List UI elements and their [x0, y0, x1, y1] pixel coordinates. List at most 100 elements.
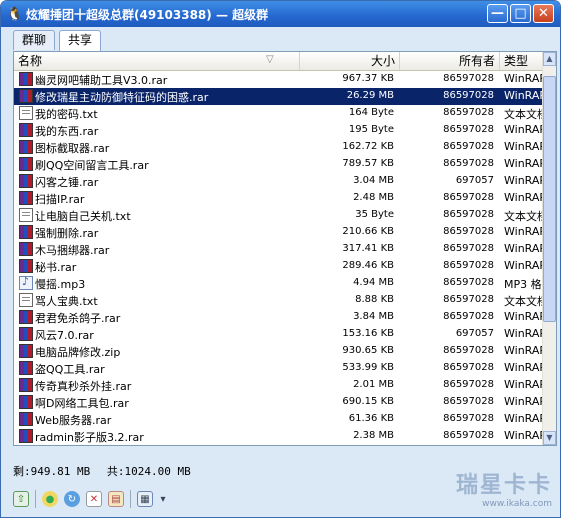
window-title: 炫耀捶团十超级总群(49103388) — 超级群 — [26, 8, 269, 22]
file-type: WinRAR — [504, 123, 544, 136]
maximize-button[interactable]: □ — [510, 4, 531, 23]
file-owner: 86597028 — [443, 141, 494, 152]
file-row[interactable]: 啊D网络工具包.rar 690.15 KB 86597028 WinRAR — [14, 394, 544, 411]
file-row[interactable]: 盗QQ工具.rar 533.99 KB 86597028 WinRAR — [14, 360, 544, 377]
list-header: 名称 ▽ 大小 所有者 类型 — [14, 52, 544, 71]
file-owner: 86597028 — [443, 158, 494, 169]
file-type: WinRAR — [504, 361, 544, 374]
file-type: 文本文档 — [504, 108, 544, 121]
file-row[interactable]: 修改瑞星主动防御特征码的困惑.rar 26.29 MB 86597028 WinRAR — [14, 88, 544, 105]
tab-share[interactable]: 共享 — [59, 30, 102, 51]
column-header-type[interactable]: 类型 — [500, 52, 544, 70]
properties-icon[interactable]: ▤ — [108, 491, 124, 507]
file-type: WinRAR — [504, 174, 544, 187]
file-owner: 697057 — [455, 175, 494, 186]
shared-file-list: 名称 ▽ 大小 所有者 类型 幽灵网吧辅助工具V3.0.rar 967.37 KB… — [13, 51, 557, 446]
refresh-icon[interactable]: ↻ — [64, 491, 80, 507]
file-row[interactable]: 闪客之锤.rar 3.04 MB 697057 WinRAR — [14, 173, 544, 190]
file-owner: 86597028 — [443, 226, 494, 237]
file-row[interactable]: 传奇真秒杀外挂.rar 2.01 MB 86597028 WinRAR — [14, 377, 544, 394]
file-type: WinRAR — [504, 140, 544, 153]
file-rows: 幽灵网吧辅助工具V3.0.rar 967.37 KB 86597028 WinRAR 修… — [14, 71, 544, 445]
file-row[interactable]: radmin影子版3.2.rar 2.38 MB 86597028 WinRAR — [14, 428, 544, 445]
file-type: WinRAR — [504, 429, 544, 442]
remaining-space: 剩:949.81 MB — [13, 465, 91, 478]
vertical-scrollbar[interactable]: ▲ ▼ — [542, 52, 556, 445]
file-row[interactable]: 君君免杀鸽子.rar 3.84 MB 86597028 WinRAR — [14, 309, 544, 326]
file-row[interactable]: 电脑品牌修改.zip 930.65 KB 86597028 WinRAR — [14, 343, 544, 360]
qq-penguin-icon: 🐧 — [6, 6, 24, 22]
file-type: WinRAR — [504, 225, 544, 238]
file-owner: 86597028 — [443, 277, 494, 288]
file-type: WinRAR — [504, 259, 544, 272]
file-owner: 86597028 — [443, 413, 494, 424]
file-owner: 86597028 — [443, 396, 494, 407]
column-header-owner[interactable]: 所有者 — [400, 52, 500, 70]
file-type: 文本文档 — [504, 295, 544, 308]
upload-icon[interactable]: ⇧ — [13, 491, 29, 507]
file-owner: 86597028 — [443, 107, 494, 118]
file-owner: 86597028 — [443, 362, 494, 373]
file-type: WinRAR — [504, 395, 544, 408]
file-row[interactable]: 骂人宝典.txt 8.88 KB 86597028 文本文档 — [14, 292, 544, 309]
file-row[interactable]: 刷QQ空间留言工具.rar 789.57 KB 86597028 WinRAR — [14, 156, 544, 173]
file-owner: 86597028 — [443, 192, 494, 203]
file-row[interactable]: 扫描IP.rar 2.48 MB 86597028 WinRAR — [14, 190, 544, 207]
tab-bar: 群聊 共享 — [13, 30, 102, 51]
file-row[interactable]: 图标截取器.rar 162.72 KB 86597028 WinRAR — [14, 139, 544, 156]
file-type: WinRAR — [504, 157, 544, 170]
download-icon[interactable]: ● — [42, 491, 58, 507]
file-type: WinRAR — [504, 412, 544, 425]
file-type: WinRAR — [504, 89, 544, 102]
tab-group-chat[interactable]: 群聊 — [13, 30, 56, 50]
sort-icon: ▽ — [266, 54, 274, 65]
file-type: WinRAR — [504, 72, 544, 85]
file-type: WinRAR — [504, 327, 544, 340]
file-owner: 86597028 — [443, 379, 494, 390]
view-dropdown-icon[interactable]: ▾ — [159, 491, 167, 507]
minimize-button[interactable]: — — [487, 4, 508, 23]
file-row[interactable]: 幽灵网吧辅助工具V3.0.rar 967.37 KB 86597028 WinRAR — [14, 71, 544, 88]
qq-group-window: 🐧 炫耀捶团十超级总群(49103388) — 超级群 — □ ✕ 群聊 共享 … — [0, 0, 561, 518]
file-row[interactable]: 让电脑自己关机.txt 35 Byte 86597028 文本文档 — [14, 207, 544, 224]
file-owner: 86597028 — [443, 209, 494, 220]
file-owner: 86597028 — [443, 260, 494, 271]
file-row[interactable]: 木马捆绑器.rar 317.41 KB 86597028 WinRAR — [14, 241, 544, 258]
file-row[interactable]: 秘书.rar 289.46 KB 86597028 WinRAR — [14, 258, 544, 275]
toolbar-separator — [35, 490, 36, 508]
toolbar-separator — [130, 490, 131, 508]
file-type: WinRAR — [504, 344, 544, 357]
file-owner: 86597028 — [443, 124, 494, 135]
delete-icon[interactable]: ✕ — [86, 491, 102, 507]
total-space: 共:1024.00 MB — [106, 465, 191, 478]
close-button[interactable]: ✕ — [533, 4, 554, 23]
title-bar[interactable]: 🐧 炫耀捶团十超级总群(49103388) — 超级群 — □ ✕ — [1, 1, 560, 27]
column-header-name[interactable]: 名称 — [14, 52, 300, 70]
file-row[interactable]: 我的密码.txt 164 Byte 86597028 文本文档 — [14, 105, 544, 122]
share-toolbar: ⇧ ● ↻ ✕ ▤ ▦ ▾ — [13, 488, 167, 510]
file-owner: 86597028 — [443, 311, 494, 322]
watermark-text: 瑞星卡卡 — [455, 473, 552, 498]
file-owner: 86597028 — [443, 90, 494, 101]
view-mode-icon[interactable]: ▦ — [137, 491, 153, 507]
file-owner: 86597028 — [443, 73, 494, 84]
file-owner: 86597028 — [443, 345, 494, 356]
file-type: MP3 格式 — [504, 278, 544, 291]
scroll-up-button[interactable]: ▲ — [543, 52, 556, 66]
file-row[interactable]: 风云7.0.rar 153.16 KB 697057 WinRAR — [14, 326, 544, 343]
quota-status: 剩:949.81 MB 共:1024.00 MB — [13, 463, 201, 479]
watermark-url: www.ikaka.com — [482, 499, 552, 509]
window-controls: — □ ✕ — [487, 4, 554, 23]
file-type: WinRAR — [504, 191, 544, 204]
column-header-size[interactable]: 大小 — [300, 52, 400, 70]
file-row[interactable]: 我的东西.rar 195 Byte 86597028 WinRAR — [14, 122, 544, 139]
file-owner: 86597028 — [443, 430, 494, 441]
file-row[interactable]: 强制删除.rar 210.66 KB 86597028 WinRAR — [14, 224, 544, 241]
file-owner: 697057 — [455, 328, 494, 339]
scroll-down-button[interactable]: ▼ — [543, 431, 556, 445]
file-type: WinRAR — [504, 378, 544, 391]
file-row[interactable]: 慢摇.mp34.94 MB86597028MP3 格式 — [14, 275, 544, 292]
file-row[interactable]: Web服务器.rar 61.36 KB 86597028 WinRAR — [14, 411, 544, 428]
scrollbar-thumb[interactable] — [543, 76, 556, 322]
file-type: WinRAR — [504, 242, 544, 255]
